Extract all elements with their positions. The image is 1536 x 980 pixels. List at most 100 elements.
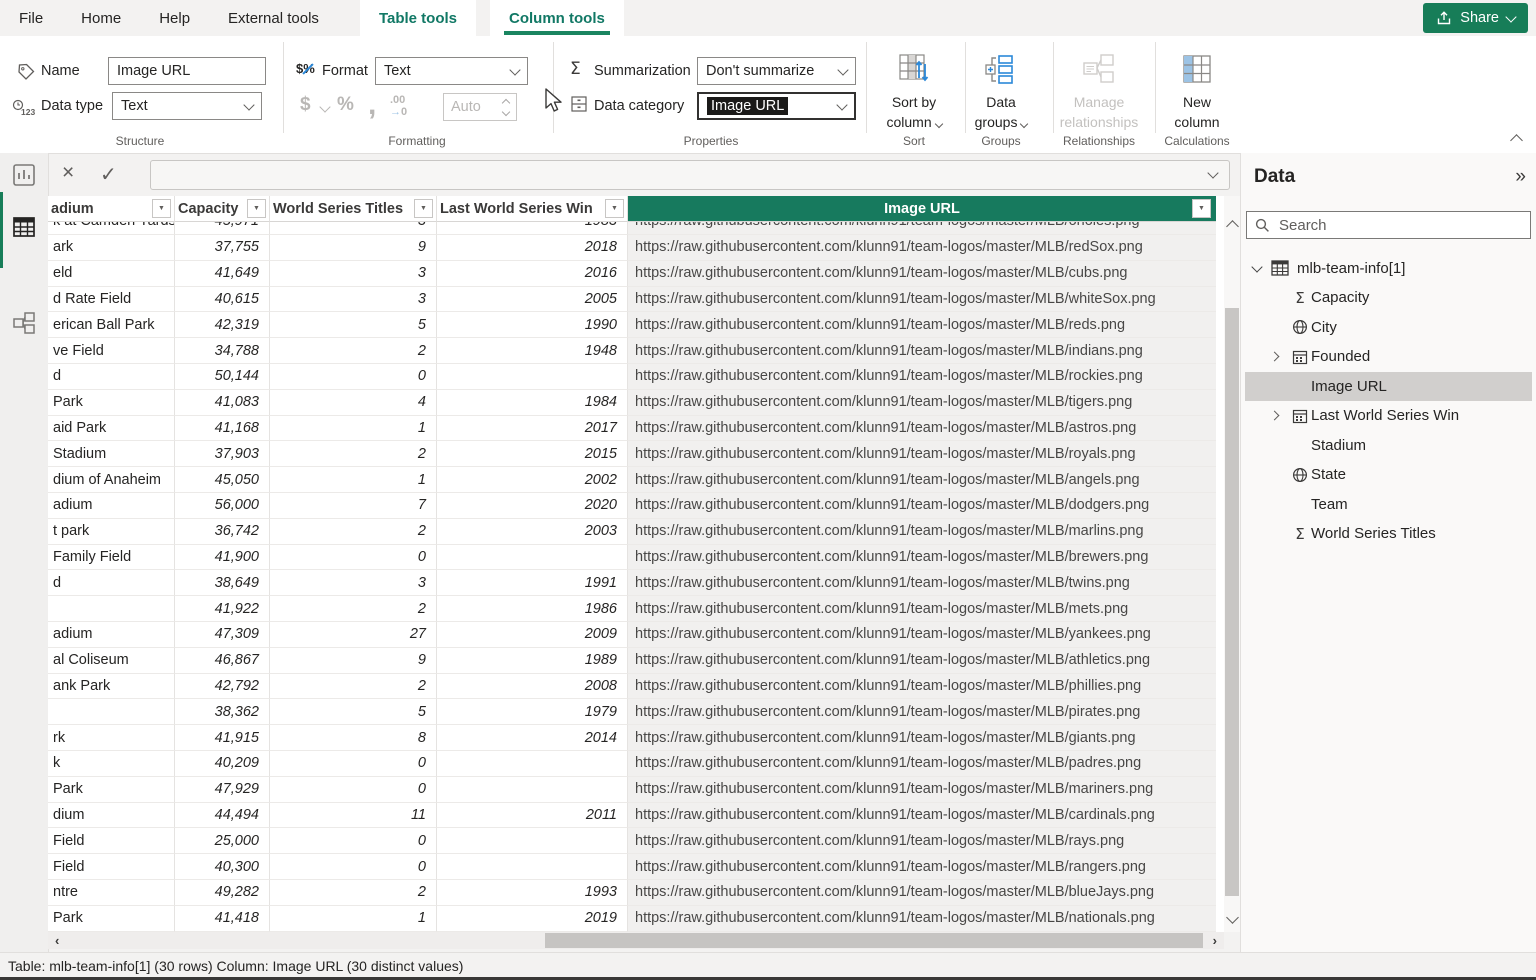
stadium-cell[interactable]: eld: [48, 261, 175, 287]
percent-format-icon[interactable]: %: [337, 94, 354, 116]
last-win-cell[interactable]: 1991: [437, 570, 628, 596]
image-url-cell[interactable]: https://raw.githubusercontent.com/klunn9…: [628, 519, 1216, 545]
thousands-separator-icon[interactable]: ,: [368, 88, 376, 122]
capacity-cell[interactable]: 46,867: [175, 648, 270, 674]
filter-dropdown-icon[interactable]: ▼: [152, 199, 171, 218]
datatype-select[interactable]: Text: [112, 92, 262, 120]
image-url-cell[interactable]: https://raw.githubusercontent.com/klunn9…: [628, 441, 1216, 467]
image-url-cell[interactable]: https://raw.githubusercontent.com/klunn9…: [628, 803, 1216, 829]
stadium-cell[interactable]: al Coliseum: [48, 648, 175, 674]
capacity-cell[interactable]: 45,050: [175, 467, 270, 493]
titles-cell[interactable]: 2: [270, 880, 437, 906]
collapse-ribbon-icon[interactable]: [1510, 134, 1523, 147]
model-view-icon[interactable]: [12, 311, 36, 335]
report-view-icon[interactable]: [12, 163, 36, 187]
capacity-cell[interactable]: 42,319: [175, 312, 270, 338]
image-url-cell[interactable]: https://raw.githubusercontent.com/klunn9…: [628, 725, 1216, 751]
titles-cell[interactable]: 3: [270, 261, 437, 287]
stadium-cell[interactable]: ntre: [48, 880, 175, 906]
stadium-cell[interactable]: Park: [48, 390, 175, 416]
stadium-cell[interactable]: ank Park: [48, 674, 175, 700]
stadium-cell[interactable]: erican Ball Park: [48, 312, 175, 338]
horizontal-scrollbar[interactable]: ‹ ›: [48, 932, 1224, 949]
currency-chevron-icon[interactable]: [319, 101, 330, 112]
capacity-cell[interactable]: 41,168: [175, 416, 270, 442]
image-url-cell[interactable]: https://raw.githubusercontent.com/klunn9…: [628, 906, 1216, 932]
titles-cell[interactable]: 0: [270, 854, 437, 880]
titles-cell[interactable]: 4: [270, 390, 437, 416]
horizontal-scrollbar-thumb[interactable]: [545, 933, 1203, 948]
last-win-cell[interactable]: 1948: [437, 338, 628, 364]
stadium-cell[interactable]: rk: [48, 725, 175, 751]
stadium-cell[interactable]: k at Camden Yards: [48, 222, 175, 235]
capacity-cell[interactable]: 45,971: [175, 222, 270, 235]
field-item-world-series-titles[interactable]: ΣWorld Series Titles: [1241, 519, 1536, 549]
capacity-cell[interactable]: 41,083: [175, 390, 270, 416]
field-item-state[interactable]: State: [1241, 460, 1536, 490]
capacity-cell[interactable]: 41,922: [175, 596, 270, 622]
titles-cell[interactable]: 0: [270, 364, 437, 390]
last-win-cell[interactable]: 1984: [437, 390, 628, 416]
column-header-image-url[interactable]: Image URL▼: [628, 196, 1216, 222]
stadium-cell[interactable]: [48, 596, 175, 622]
formula-bar[interactable]: [150, 160, 1230, 190]
formula-bar-expand-icon[interactable]: [1207, 167, 1218, 178]
last-win-cell[interactable]: [437, 828, 628, 854]
titles-cell[interactable]: 1: [270, 467, 437, 493]
last-win-cell[interactable]: [437, 854, 628, 880]
image-url-cell[interactable]: https://raw.githubusercontent.com/klunn9…: [628, 261, 1216, 287]
capacity-cell[interactable]: 41,915: [175, 725, 270, 751]
image-url-cell[interactable]: https://raw.githubusercontent.com/klunn9…: [628, 648, 1216, 674]
image-url-cell[interactable]: https://raw.githubusercontent.com/klunn9…: [628, 287, 1216, 313]
collapse-panel-icon[interactable]: »: [1515, 166, 1524, 188]
capacity-cell[interactable]: 41,900: [175, 545, 270, 571]
capacity-cell[interactable]: 36,742: [175, 519, 270, 545]
scroll-down-icon[interactable]: [1226, 911, 1239, 924]
last-win-cell[interactable]: 2020: [437, 493, 628, 519]
last-win-cell[interactable]: 2014: [437, 725, 628, 751]
new-column-button[interactable]: Newcolumn: [1142, 92, 1252, 132]
capacity-cell[interactable]: 37,755: [175, 235, 270, 261]
filter-dropdown-icon[interactable]: ▼: [1192, 199, 1211, 218]
stadium-cell[interactable]: dium: [48, 803, 175, 829]
capacity-cell[interactable]: 34,788: [175, 338, 270, 364]
field-item-stadium[interactable]: Stadium: [1241, 431, 1536, 461]
titles-cell[interactable]: 1: [270, 906, 437, 932]
format-select[interactable]: Text: [375, 57, 528, 85]
stadium-cell[interactable]: Field: [48, 828, 175, 854]
capacity-cell[interactable]: 47,309: [175, 622, 270, 648]
titles-cell[interactable]: 9: [270, 648, 437, 674]
image-url-cell[interactable]: https://raw.githubusercontent.com/klunn9…: [628, 596, 1216, 622]
tab-home[interactable]: Home: [62, 0, 140, 36]
vertical-scrollbar-thumb[interactable]: [1225, 308, 1239, 896]
cancel-edit-button[interactable]: ×: [62, 161, 74, 185]
image-url-cell[interactable]: https://raw.githubusercontent.com/klunn9…: [628, 880, 1216, 906]
last-win-cell[interactable]: 2017: [437, 416, 628, 442]
capacity-cell[interactable]: 38,362: [175, 699, 270, 725]
tab-column-tools[interactable]: Column tools: [490, 0, 624, 36]
image-url-cell[interactable]: https://raw.githubusercontent.com/klunn9…: [628, 674, 1216, 700]
image-url-cell[interactable]: https://raw.githubusercontent.com/klunn9…: [628, 751, 1216, 777]
titles-cell[interactable]: 2: [270, 596, 437, 622]
titles-cell[interactable]: 2: [270, 519, 437, 545]
last-win-cell[interactable]: 2009: [437, 622, 628, 648]
last-win-cell[interactable]: 2015: [437, 441, 628, 467]
last-win-cell[interactable]: [437, 364, 628, 390]
last-win-cell[interactable]: 2002: [437, 467, 628, 493]
last-win-cell[interactable]: 2019: [437, 906, 628, 932]
image-url-cell[interactable]: https://raw.githubusercontent.com/klunn9…: [628, 570, 1216, 596]
field-item-founded[interactable]: Founded: [1241, 342, 1536, 372]
titles-cell[interactable]: 11: [270, 803, 437, 829]
stadium-cell[interactable]: k: [48, 751, 175, 777]
stadium-cell[interactable]: ark: [48, 235, 175, 261]
table-node-mlb-team-info[interactable]: mlb-team-info[1]: [1241, 253, 1536, 283]
last-win-cell[interactable]: 2003: [437, 519, 628, 545]
titles-cell[interactable]: 2: [270, 441, 437, 467]
image-url-cell[interactable]: https://raw.githubusercontent.com/klunn9…: [628, 493, 1216, 519]
data-groups-button[interactable]: Datagroups: [946, 92, 1056, 132]
stadium-cell[interactable]: aid Park: [48, 416, 175, 442]
last-win-cell[interactable]: 1989: [437, 648, 628, 674]
filter-dropdown-icon[interactable]: ▼: [247, 199, 266, 218]
stadium-cell[interactable]: ve Field: [48, 338, 175, 364]
capacity-cell[interactable]: 40,615: [175, 287, 270, 313]
